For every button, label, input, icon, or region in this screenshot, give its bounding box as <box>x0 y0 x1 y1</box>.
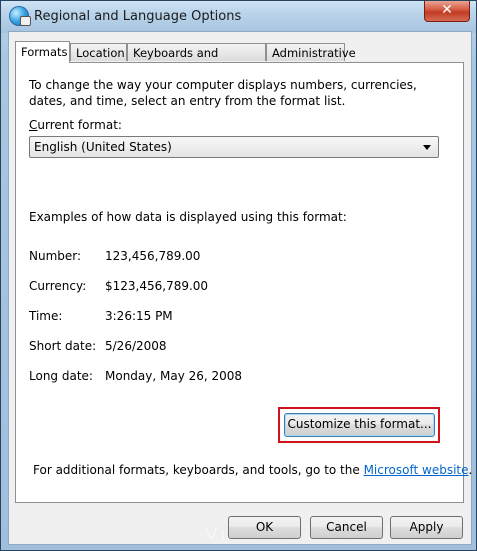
dropdown-arrow-icon <box>423 145 431 150</box>
example-label-long-date: Long date: <box>29 369 93 383</box>
example-value-time: 3:26:15 PM <box>105 309 173 323</box>
title-bar[interactable]: Regional and Language Options ✕ <box>1 1 476 33</box>
cancel-button[interactable]: Cancel <box>310 516 383 539</box>
example-value-long-date: Monday, May 26, 2008 <box>105 369 243 383</box>
globe-icon <box>9 6 31 26</box>
examples-heading: Examples of how data is displayed using … <box>29 210 347 224</box>
example-value-currency: $123,456,789.00 <box>105 279 209 293</box>
current-format-label: Current format: <box>29 118 122 132</box>
current-format-dropdown[interactable]: English (United States) <box>29 136 439 158</box>
dialog-client-area: Formats Location Keyboards and Languages… <box>8 31 472 545</box>
example-label-short-date: Short date: <box>29 339 97 353</box>
example-label-currency: Currency: <box>29 279 87 293</box>
footer-text: For additional formats, keyboards, and t… <box>33 463 472 477</box>
customize-format-button[interactable]: Customize this format... <box>284 413 435 437</box>
example-label-number: Number: <box>29 249 82 263</box>
close-button[interactable]: ✕ <box>424 1 470 22</box>
footer-prefix: For additional formats, keyboards, and t… <box>33 463 364 477</box>
window-title: Regional and Language Options <box>34 9 242 24</box>
apply-button[interactable]: Apply <box>390 516 463 539</box>
footer-suffix: . <box>468 463 473 477</box>
example-value-number: 123,456,789.00 <box>105 249 201 263</box>
dialog-window: Regional and Language Options ✕ Formats … <box>0 0 477 551</box>
tab-administrative[interactable]: Administrative <box>266 43 356 61</box>
tab-keyboards-and-languages[interactable]: Keyboards and Languages <box>127 43 266 78</box>
example-value-short-date: 5/26/2008 <box>105 339 167 353</box>
tab-formats[interactable]: Formats <box>15 41 70 63</box>
current-format-label-text: urrent format: <box>37 118 122 132</box>
current-format-value: English (United States) <box>34 140 172 154</box>
formats-tab-panel: To change the way your computer displays… <box>15 62 472 503</box>
ok-button[interactable]: OK <box>228 516 301 539</box>
example-label-time: Time: <box>29 309 63 323</box>
tab-location[interactable]: Location <box>70 43 127 61</box>
microsoft-website-link[interactable]: Microsoft website <box>364 463 469 477</box>
format-description: To change the way your computer displays… <box>29 78 417 108</box>
